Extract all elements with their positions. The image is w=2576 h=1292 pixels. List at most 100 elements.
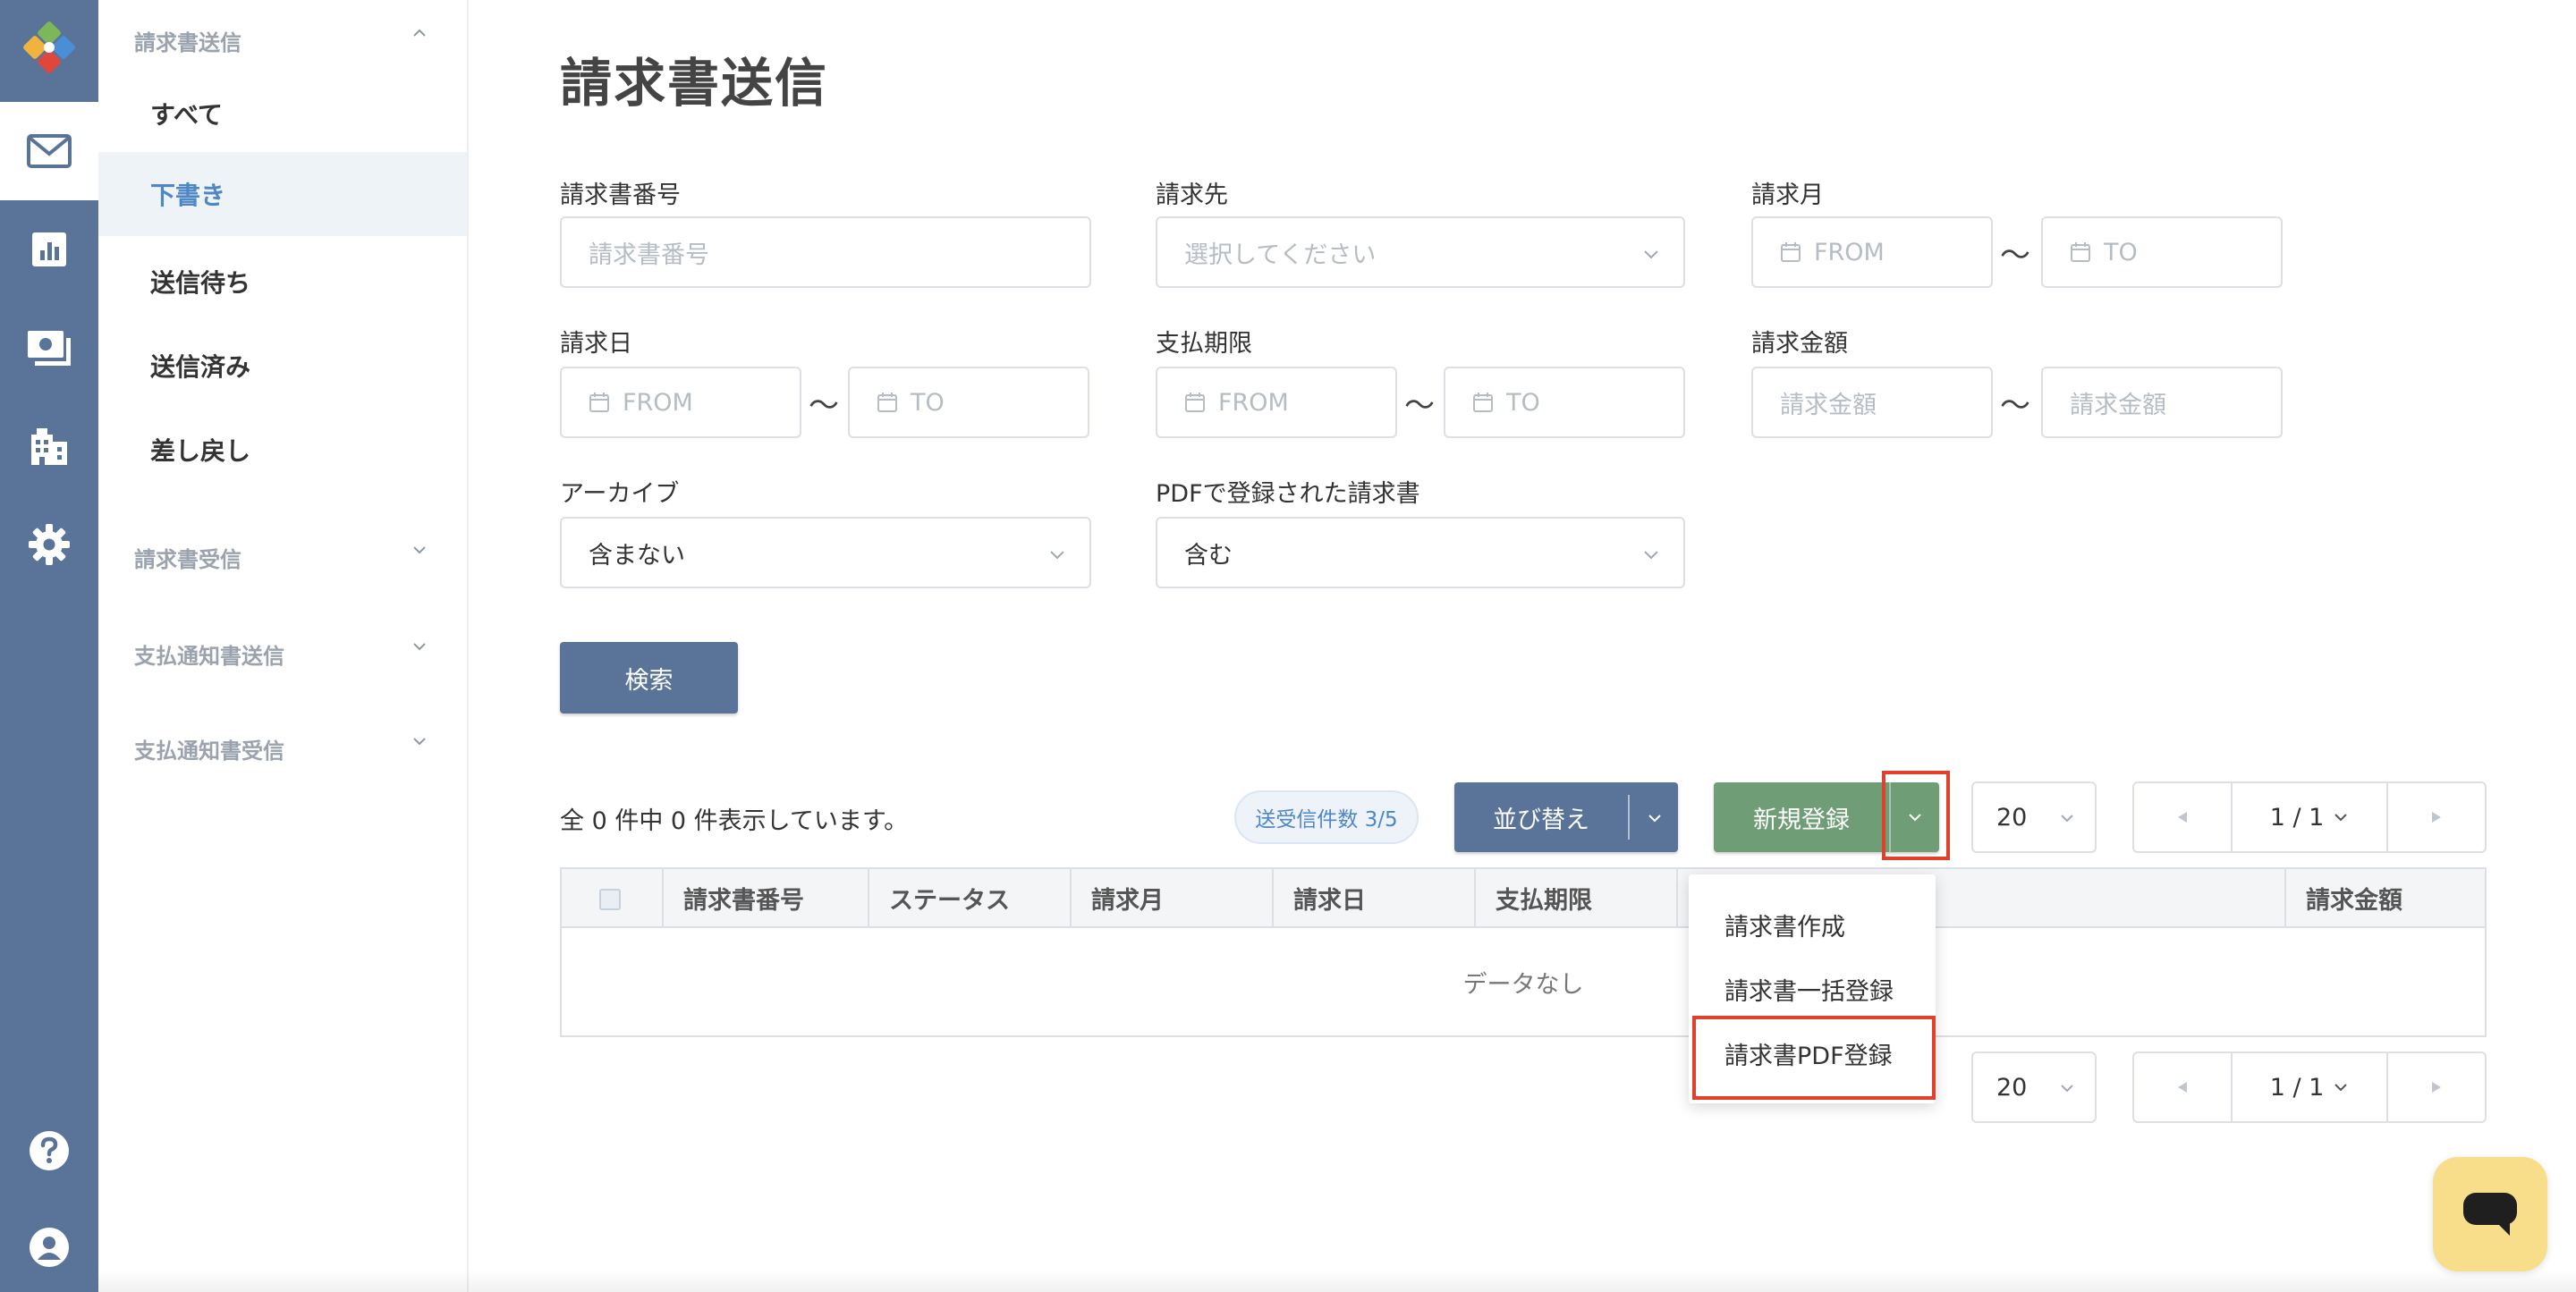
billing-date-to-input[interactable]: TO xyxy=(848,367,1089,438)
page-title: 請求書送信 xyxy=(560,53,829,114)
subnav-divider xyxy=(467,0,469,1292)
page-size-select[interactable]: 20 xyxy=(1971,781,2097,853)
column-header-amount[interactable]: 請求金額 xyxy=(2286,869,2485,926)
recipient-label: 請求先 xyxy=(1156,182,1228,209)
due-date-to-input[interactable]: TO xyxy=(1444,367,1685,438)
sidebar-item-all[interactable]: すべて xyxy=(98,72,467,156)
pdf-registered-select[interactable]: 含む xyxy=(1156,517,1685,588)
next-page-button[interactable] xyxy=(2386,1053,2485,1121)
sidebar-item-sent[interactable]: 送信済み xyxy=(98,324,467,408)
column-header-billing-date[interactable]: 請求日 xyxy=(1274,869,1476,926)
invoice-table: 請求書番号 ステータス 請求月 請求日 支払期限 請求金額 データなし xyxy=(560,867,2487,1037)
calendar-icon xyxy=(1473,393,1493,412)
range-separator: 〜 xyxy=(2000,238,2030,274)
chevron-down-icon[interactable] xyxy=(1646,809,1664,827)
gear-icon[interactable] xyxy=(0,495,98,594)
prev-page-button[interactable] xyxy=(2134,783,2233,851)
billing-month-label: 請求月 xyxy=(1751,182,1824,209)
amount-label: 請求金額 xyxy=(1751,330,1848,358)
recipient-select[interactable]: 選択してください xyxy=(1156,216,1685,288)
calendar-icon xyxy=(2071,242,2090,262)
empty-state-text: データなし xyxy=(1462,970,1584,999)
chat-bubble-icon xyxy=(2463,1193,2517,1236)
prev-page-button[interactable] xyxy=(2134,1053,2233,1121)
building-icon[interactable] xyxy=(0,397,98,495)
sidebar-item-returned[interactable]: 差し戻し xyxy=(98,408,467,492)
invoice-number-input[interactable]: 請求書番号 xyxy=(560,216,1091,288)
archive-select[interactable]: 含まない xyxy=(560,517,1091,588)
user-icon[interactable] xyxy=(0,1198,98,1292)
sidebar-item-drafts[interactable]: 下書き xyxy=(98,152,467,236)
select-all-cell xyxy=(562,869,664,926)
chevron-down-icon xyxy=(2334,1084,2348,1092)
chart-icon[interactable] xyxy=(0,200,98,299)
help-icon[interactable] xyxy=(0,1102,98,1200)
puzzle-logo-icon[interactable] xyxy=(0,0,98,98)
column-header-status[interactable]: ステータス xyxy=(869,869,1072,926)
chevron-down-icon xyxy=(2334,814,2348,822)
billing-date-label: 請求日 xyxy=(560,330,632,358)
chevron-down-icon xyxy=(2061,815,2073,823)
payment-icon[interactable] xyxy=(0,299,98,397)
page-select[interactable]: 1 / 1 xyxy=(2233,1053,2386,1121)
calendar-icon xyxy=(877,393,897,412)
pagination: 1 / 1 xyxy=(2132,781,2487,853)
column-header-invoice-number[interactable]: 請求書番号 xyxy=(664,869,869,926)
nav-group-payment-receive[interactable]: 支払通知書受信 xyxy=(134,733,284,764)
range-separator: 〜 xyxy=(2000,388,2030,424)
sort-button-divider xyxy=(1628,795,1630,840)
caret-left-icon xyxy=(2178,812,2187,823)
highlight-box-dropdown-toggle xyxy=(1882,771,1950,860)
column-header-due-date[interactable]: 支払期限 xyxy=(1476,869,1678,926)
search-button[interactable]: 検索 xyxy=(560,642,738,714)
sort-button-label: 並び替え xyxy=(1493,806,1589,834)
caret-right-icon xyxy=(2432,812,2441,823)
caret-right-icon xyxy=(2432,1082,2441,1093)
billing-month-to-input[interactable]: TO xyxy=(2041,216,2283,288)
chevron-down-icon xyxy=(1644,551,1658,560)
amount-from-input[interactable]: 請求金額 xyxy=(1751,367,1993,438)
pdf-registered-label: PDFで登録された請求書 xyxy=(1156,480,1420,508)
pagination: 1 / 1 xyxy=(2132,1051,2487,1123)
icon-rail xyxy=(0,0,98,1292)
calendar-icon xyxy=(1185,393,1205,412)
send-receive-count-badge: 送受信件数 3/5 xyxy=(1234,790,1419,844)
mail-icon[interactable] xyxy=(0,102,98,200)
sort-button[interactable]: 並び替え xyxy=(1454,782,1678,852)
nav-group-invoice-receive[interactable]: 請求書受信 xyxy=(134,542,242,573)
chevron-down-icon xyxy=(1050,551,1064,560)
chevron-up-icon[interactable] xyxy=(411,25,428,41)
amount-to-input[interactable]: 請求金額 xyxy=(2041,367,2283,438)
range-separator: 〜 xyxy=(809,388,839,424)
menu-item-create-invoice[interactable]: 請求書作成 xyxy=(1689,892,1936,957)
billing-month-from-input[interactable]: FROM xyxy=(1751,216,1993,288)
page-select[interactable]: 1 / 1 xyxy=(2233,783,2386,851)
chevron-down-icon xyxy=(1644,250,1658,259)
chevron-down-icon[interactable] xyxy=(411,542,428,558)
menu-item-bulk-register[interactable]: 請求書一括登録 xyxy=(1689,957,1936,1021)
bottom-shadow xyxy=(98,1270,2576,1292)
range-separator: 〜 xyxy=(1404,388,1435,424)
chevron-down-icon[interactable] xyxy=(411,733,428,749)
calendar-icon xyxy=(1781,242,1801,262)
next-page-button[interactable] xyxy=(2386,783,2485,851)
due-date-from-input[interactable]: FROM xyxy=(1156,367,1397,438)
nav-group-invoice-send[interactable]: 請求書送信 xyxy=(134,25,242,56)
chevron-down-icon xyxy=(2061,1085,2073,1093)
chat-widget-button[interactable] xyxy=(2433,1157,2547,1271)
chevron-down-icon[interactable] xyxy=(411,638,428,654)
select-all-checkbox[interactable] xyxy=(599,889,621,910)
nav-group-payment-send[interactable]: 支払通知書送信 xyxy=(134,638,284,670)
sidebar-item-pending[interactable]: 送信待ち xyxy=(98,240,467,324)
calendar-icon xyxy=(589,393,609,412)
column-header-billing-month[interactable]: 請求月 xyxy=(1072,869,1274,926)
caret-left-icon xyxy=(2178,1082,2187,1093)
highlight-box-pdf-register xyxy=(1692,1016,1936,1100)
sub-navigation: 請求書送信 すべて 下書き 送信待ち 送信済み 差し戻し 請求書受信 支払通知書… xyxy=(98,0,469,778)
page-size-select[interactable]: 20 xyxy=(1971,1051,2097,1123)
new-registration-label: 新規登録 xyxy=(1753,806,1850,834)
archive-label: アーカイブ xyxy=(560,480,680,508)
result-count-text: 全 0 件中 0 件表示しています。 xyxy=(560,807,909,835)
billing-date-from-input[interactable]: FROM xyxy=(560,367,801,438)
table-header: 請求書番号 ステータス 請求月 請求日 支払期限 請求金額 xyxy=(562,869,2485,928)
